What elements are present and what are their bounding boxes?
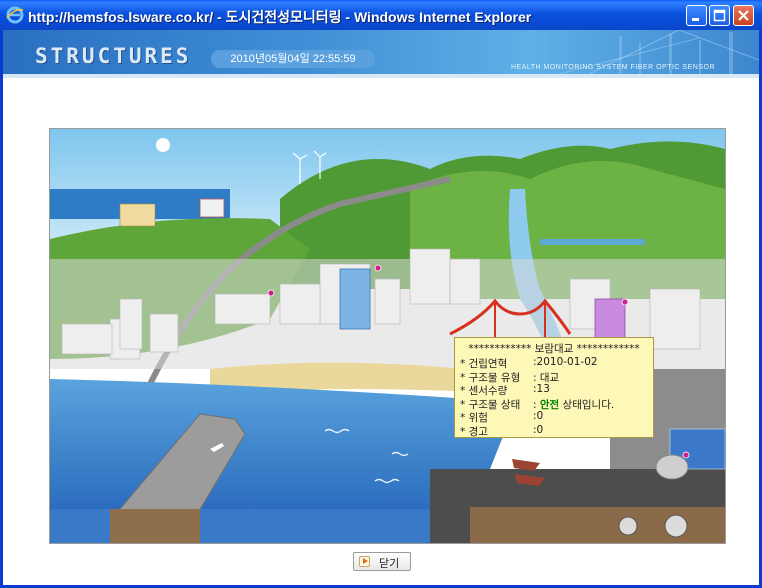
sun-icon — [156, 138, 170, 152]
app-header: STRUCTURES 2010년05월04일 22:55:59 HEALTH M… — [3, 30, 759, 74]
tooltip-row-status: * 구조물 상태 : 안전 상태입니다. — [460, 397, 648, 411]
city-map-scene[interactable] — [49, 128, 726, 544]
close-window-button[interactable] — [733, 5, 754, 26]
tool-icon[interactable] — [618, 516, 638, 536]
close-button-label: 닫기 — [379, 557, 400, 570]
status-safe-badge: 안전 — [539, 398, 560, 411]
factory — [119, 203, 156, 227]
storage-tank — [655, 454, 689, 480]
tooltip-row-danger: * 위험 :0 — [460, 410, 648, 424]
header-divider — [3, 74, 759, 78]
tooltip-value: :2010-01-02 — [533, 356, 598, 368]
device-icon[interactable] — [664, 514, 688, 538]
tooltip-status-colon: : — [533, 398, 537, 411]
close-icon — [738, 10, 749, 21]
tooltip-value: :0 — [533, 410, 544, 422]
status-suffix: 상태입니다. — [559, 398, 615, 411]
browser-window: http://hemsfos.lsware.co.kr/ - 도시건전성모니터링… — [0, 0, 762, 588]
tooltip-value: :0 — [533, 423, 544, 436]
maximize-button[interactable] — [709, 5, 730, 26]
office-tower — [339, 268, 371, 330]
maximize-icon — [713, 9, 726, 22]
play-arrow-icon — [359, 556, 370, 567]
close-button[interactable]: 닫기 — [353, 552, 411, 571]
brand-title: STRUCTURES — [35, 44, 192, 68]
city-illustration — [50, 129, 725, 543]
tooltip-value: :13 — [533, 383, 550, 395]
tooltip-row-type: * 구조물 유형 : 대교 — [460, 370, 648, 384]
title-bar[interactable]: http://hemsfos.lsware.co.kr/ - 도시건전성모니터링… — [0, 0, 762, 30]
window-title: http://hemsfos.lsware.co.kr/ - 도시건전성모니터링… — [28, 9, 532, 25]
current-datetime: 2010년05월04일 22:55:59 — [211, 50, 375, 68]
tooltip-title: ************ 보람대교 ************ — [468, 343, 640, 355]
bridge-info-tooltip: ************ 보람대교 ************ * 건립연혁 :2… — [454, 337, 654, 438]
tooltip-label: * 경고 — [460, 425, 488, 438]
earth-section — [110, 509, 200, 543]
minimize-icon — [692, 18, 699, 21]
header-tagline: HEALTH MONITORING SYSTEM FIBER OPTIC SEN… — [510, 64, 715, 71]
train — [540, 239, 645, 245]
tooltip-row-built: * 건립연혁 :2010-01-02 — [460, 356, 648, 370]
ie-icon — [6, 6, 24, 24]
tooltip-row-warning: * 경고 :0 — [460, 424, 648, 438]
minimize-button[interactable] — [686, 5, 707, 26]
tooltip-row-sensors: * 센서수량 :13 — [460, 383, 648, 397]
building-small — [199, 198, 225, 218]
